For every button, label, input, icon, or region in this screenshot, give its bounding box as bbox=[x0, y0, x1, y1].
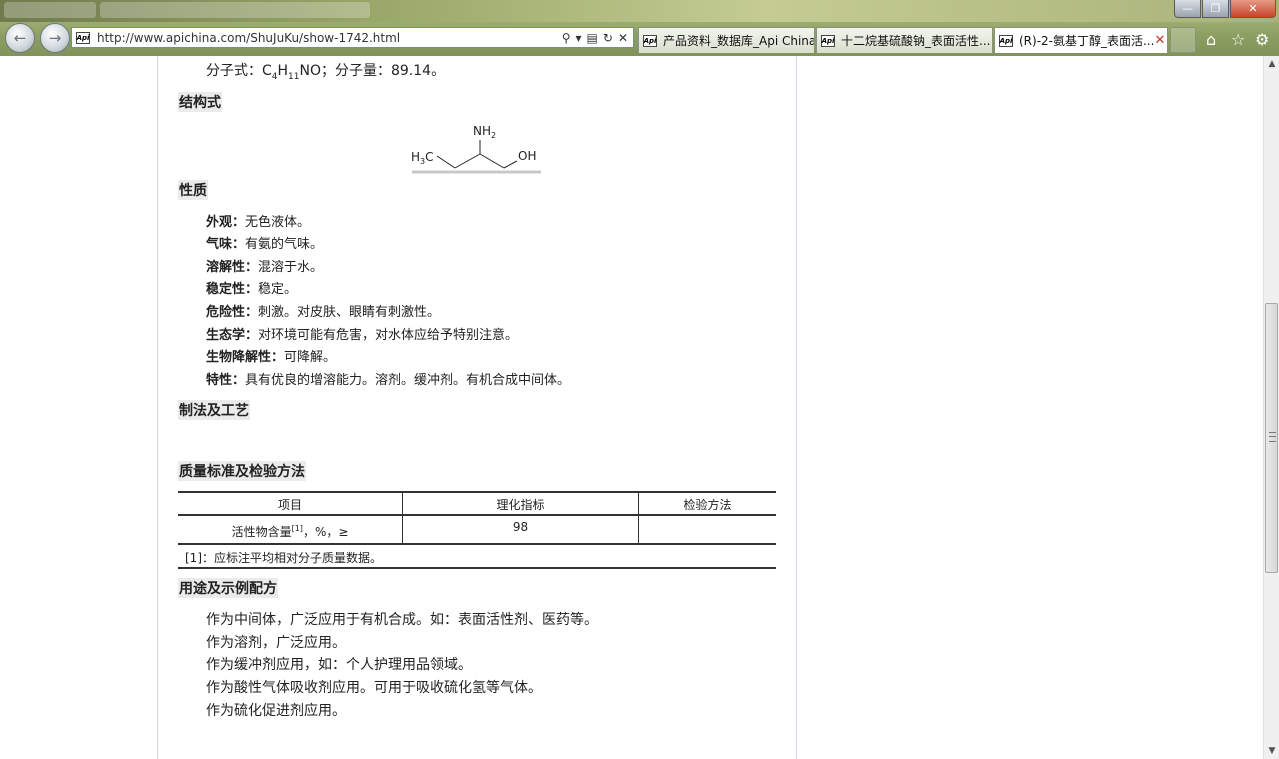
gear-icon[interactable]: ⚙ bbox=[1255, 30, 1269, 49]
home-icon[interactable]: ⌂ bbox=[1206, 30, 1216, 49]
scroll-down-arrow-icon[interactable]: ▼ bbox=[1264, 743, 1279, 759]
stop-icon[interactable]: ✕ bbox=[618, 31, 628, 45]
url-text[interactable]: http://www.apichina.com/ShuJuKu/show-174… bbox=[97, 31, 562, 45]
property-stability: 稳定性：稳定。 bbox=[206, 282, 298, 297]
close-tab-icon[interactable]: ✕ bbox=[1154, 33, 1165, 48]
new-tab-button[interactable] bbox=[1170, 27, 1196, 53]
forward-arrow-icon: → bbox=[48, 29, 62, 47]
table-cell-value: 98 bbox=[512, 520, 529, 534]
use-item: 作为溶剂，广泛应用。 bbox=[206, 635, 346, 651]
tab-favicon-icon: Api bbox=[643, 34, 657, 47]
table-cell-item: 活性物含量[1]，%，≥ bbox=[231, 524, 349, 539]
property-solubility: 溶解性：混溶于水。 bbox=[206, 260, 324, 275]
table-footnote: [1]：应标注平均相对分子质量数据。 bbox=[185, 551, 382, 565]
site-favicon-icon: Api bbox=[76, 31, 90, 44]
scroll-up-arrow-icon[interactable]: ▲ bbox=[1264, 56, 1279, 72]
structural-formula: NH2 H3C OH bbox=[411, 124, 541, 174]
property-characteristics: 特性：具有优良的增溶能力。溶剂。缓冲剂。有机合成中间体。 bbox=[206, 373, 571, 388]
dropdown-icon[interactable]: ▾ bbox=[576, 31, 582, 45]
back-button[interactable]: ← bbox=[5, 23, 35, 53]
use-item: 作为硫化促进剂应用。 bbox=[206, 703, 346, 719]
quality-heading: 质量标准及检验方法 bbox=[178, 461, 306, 481]
process-heading: 制法及工艺 bbox=[178, 400, 250, 420]
properties-heading: 性质 bbox=[178, 180, 208, 200]
minimize-button[interactable]: — bbox=[1174, 0, 1201, 18]
property-hazard: 危险性：刺激。对皮肤、眼睛有刺激性。 bbox=[206, 305, 441, 320]
use-item: 作为缓冲剂应用，如：个人护理用品领域。 bbox=[206, 657, 472, 673]
tab-label: (R)-2-氨基丁醇_表面活... bbox=[1019, 34, 1155, 48]
table-header-item: 项目 bbox=[277, 498, 302, 512]
use-item: 作为酸性气体吸收剂应用。可用于吸收硫化氢等气体。 bbox=[206, 680, 542, 696]
window-controls: — ❐ ✕ bbox=[1174, 0, 1276, 18]
property-ecology: 生态学：对环境可能有危害，对水体应给予特别注意。 bbox=[206, 328, 519, 343]
refresh-icon[interactable]: ↻ bbox=[603, 31, 613, 45]
uses-heading: 用途及示例配方 bbox=[178, 578, 278, 598]
table-rule bbox=[178, 491, 776, 493]
compatibility-view-icon[interactable]: ▤ bbox=[587, 31, 598, 45]
property-odor: 气味：有氨的气味。 bbox=[206, 237, 324, 252]
table-rule bbox=[178, 567, 776, 569]
scrollbar-grip-icon bbox=[1269, 432, 1276, 442]
property-appearance: 外观：无色液体。 bbox=[206, 215, 311, 230]
tab-favicon-icon: Api bbox=[999, 34, 1013, 47]
favorites-star-icon[interactable]: ☆ bbox=[1231, 30, 1245, 49]
content-border-left bbox=[157, 56, 158, 759]
tab-sodium-dodecyl-sulfate[interactable]: Api 十二烷基硫酸钠_表面活性... bbox=[816, 27, 993, 53]
title-bar bbox=[0, 0, 1279, 22]
address-bar[interactable]: Api http://www.apichina.com/ShuJuKu/show… bbox=[71, 27, 634, 48]
forward-button[interactable]: → bbox=[40, 23, 70, 53]
hydroxyl-group-label: OH bbox=[518, 149, 536, 163]
page-viewport: 分子式：C4H11NO；分子量：89.14。 结构式 NH2 H3C OH 性质… bbox=[0, 56, 1263, 759]
structure-heading: 结构式 bbox=[178, 92, 222, 112]
tab-label: 产品资料_数据库_Api China bbox=[663, 34, 815, 48]
tab-aminobutanol[interactable]: Api (R)-2-氨基丁醇_表面活... ✕ bbox=[994, 27, 1168, 53]
scrollbar-thumb[interactable] bbox=[1265, 303, 1278, 573]
svg-text:H3C: H3C bbox=[411, 150, 434, 166]
vertical-scrollbar[interactable]: ▲ ▼ bbox=[1263, 56, 1279, 759]
svg-text:NH2: NH2 bbox=[473, 124, 496, 140]
maximize-button[interactable]: ❐ bbox=[1202, 0, 1229, 18]
use-item: 作为中间体，广泛应用于有机合成。如：表面活性剂、医药等。 bbox=[206, 612, 598, 628]
table-rule bbox=[178, 543, 776, 545]
back-arrow-icon: ← bbox=[13, 29, 27, 47]
property-biodegradability: 生物降解性：可降解。 bbox=[206, 350, 337, 365]
table-header-method: 检验方法 bbox=[683, 498, 732, 512]
methyl-group-label: H bbox=[411, 150, 420, 164]
close-window-button[interactable]: ✕ bbox=[1230, 0, 1276, 18]
tab-product-database[interactable]: Api 产品资料_数据库_Api China bbox=[638, 27, 815, 53]
browser-chrome: — ❐ ✕ ← → Api http://www.apichina.com/Sh… bbox=[0, 0, 1279, 57]
content-border-right bbox=[796, 56, 797, 759]
tab-favicon-icon: Api bbox=[821, 34, 835, 47]
title-bar-ghost bbox=[4, 2, 96, 18]
title-bar-ghost bbox=[100, 2, 370, 18]
search-icon[interactable]: ⚲ bbox=[562, 31, 571, 45]
tab-label: 十二烷基硫酸钠_表面活性... bbox=[841, 34, 991, 48]
amino-group-label: NH bbox=[473, 124, 491, 138]
molecular-formula: 分子式：C4H11NO；分子量：89.14。 bbox=[206, 63, 446, 82]
table-rule bbox=[178, 514, 776, 516]
table-header-index: 理化指标 bbox=[496, 498, 545, 512]
